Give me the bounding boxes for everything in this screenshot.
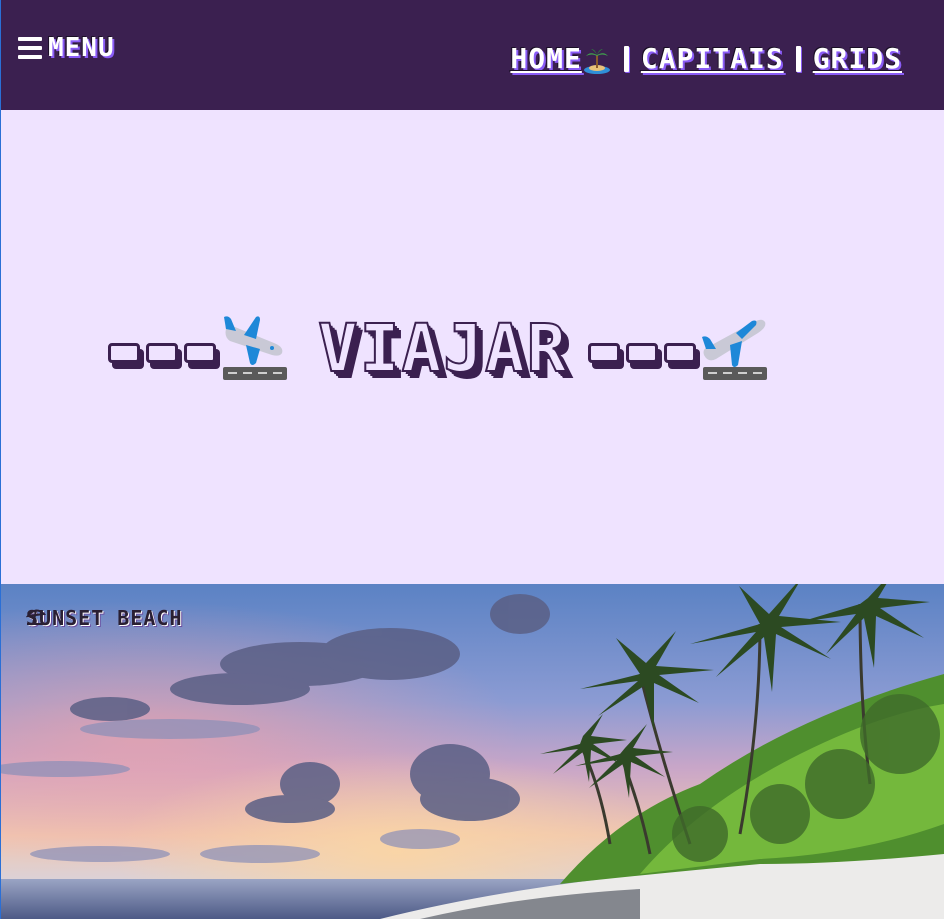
hero-title: VIAJAR [317, 309, 569, 388]
dashes-decoration [588, 342, 697, 363]
hero-section: VIAJAR [0, 110, 944, 584]
hamburger-icon [18, 37, 42, 59]
sunset-beach-photo: Sunset Beach [0, 584, 944, 919]
nav-link-capitais[interactable]: Capitais [641, 42, 784, 75]
nav-separator [623, 45, 629, 72]
top-navbar: Menu Home Capitais Grids [0, 0, 944, 110]
photo-caption-text: Sunset Beach [26, 606, 183, 630]
nav-link-home[interactable]: Home [510, 42, 611, 75]
airplane-arrival-icon [223, 315, 287, 380]
nav-separator [795, 45, 801, 72]
beach-umbrella-icon [26, 609, 46, 625]
beach-landscape-image [0, 584, 944, 919]
nav-link-grids[interactable]: Grids [813, 42, 902, 75]
desert-island-icon [583, 49, 610, 74]
hero-title-row: VIAJAR [108, 309, 768, 388]
menu-button[interactable]: Menu [18, 30, 115, 66]
nav-home-label: Home [510, 42, 582, 75]
photo-caption: Sunset Beach [26, 606, 183, 630]
airplane-departure-icon [702, 319, 768, 380]
main-nav: Home Capitais Grids [510, 42, 902, 75]
window-left-edge [0, 0, 1, 919]
menu-label: Menu [48, 33, 115, 63]
dashes-decoration [108, 342, 216, 363]
